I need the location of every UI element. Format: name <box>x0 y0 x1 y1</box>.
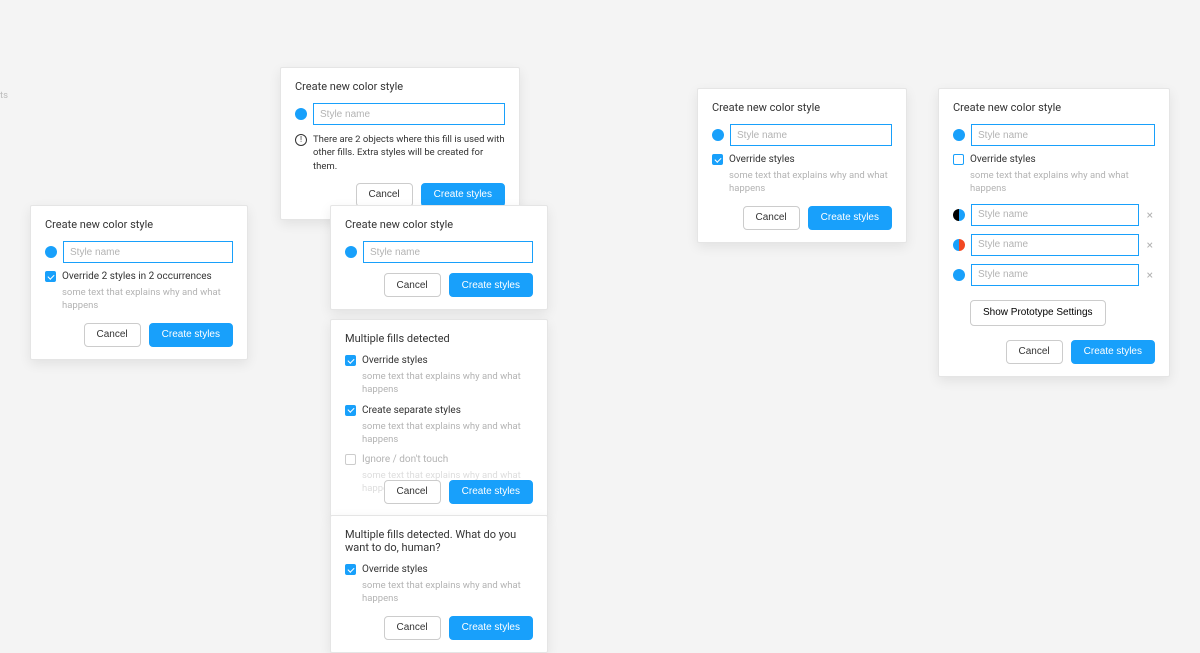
style-name-input[interactable] <box>363 241 533 263</box>
style-name-input[interactable] <box>971 124 1155 146</box>
dialog-title: Multiple fills detected <box>345 332 533 345</box>
checkbox-override-label: Override styles <box>362 355 428 366</box>
create-styles-button[interactable]: Create styles <box>149 323 233 347</box>
style-name-input[interactable] <box>730 124 892 146</box>
color-swatch <box>953 129 965 141</box>
color-swatch <box>45 246 57 258</box>
cancel-button[interactable]: Cancel <box>384 273 441 297</box>
dialog-multiple-fills-human: Multiple fills detected. What do you wan… <box>330 515 548 653</box>
info-icon: ! <box>295 134 307 146</box>
style-name-input[interactable] <box>971 204 1139 226</box>
checkbox-override-label: Override 2 styles in 2 occurrences <box>62 271 212 282</box>
help-text: some text that explains why and what hap… <box>729 169 892 196</box>
help-text: some text that explains why and what hap… <box>970 169 1155 196</box>
color-swatch <box>712 129 724 141</box>
dialog-title: Create new color style <box>295 80 505 93</box>
create-styles-button[interactable]: Create styles <box>449 273 533 297</box>
style-name-input[interactable] <box>313 103 505 125</box>
style-name-input[interactable] <box>63 241 233 263</box>
color-swatch-multi <box>953 209 965 221</box>
help-text: some text that explains why and what hap… <box>362 370 533 397</box>
create-styles-button[interactable]: Create styles <box>1071 340 1155 364</box>
cancel-button[interactable]: Cancel <box>1006 340 1063 364</box>
close-icon[interactable]: × <box>1145 239 1155 251</box>
info-text: There are 2 objects where this fill is u… <box>313 133 505 173</box>
dialog-create-multi-styles: Create new color style Override styles s… <box>938 88 1170 377</box>
color-swatch <box>953 269 965 281</box>
style-name-input[interactable] <box>971 234 1139 256</box>
color-swatch-multi <box>953 239 965 251</box>
close-icon[interactable]: × <box>1145 269 1155 281</box>
dialog-create-override: Create new color style Override styles s… <box>697 88 907 243</box>
help-text: some text that explains why and what hap… <box>62 286 233 313</box>
checkbox-separate[interactable] <box>345 405 356 416</box>
checkbox-override-label: Override styles <box>362 564 428 575</box>
color-swatch <box>295 108 307 120</box>
checkbox-override[interactable] <box>345 355 356 366</box>
edge-cut-text: ts <box>0 90 8 101</box>
style-name-input[interactable] <box>971 264 1139 286</box>
dialog-title: Create new color style <box>712 101 892 114</box>
checkbox-override[interactable] <box>345 564 356 575</box>
dialog-title: Multiple fills detected. What do you wan… <box>345 528 533 554</box>
dialog-create-override-occurrences: Create new color style Override 2 styles… <box>30 205 248 360</box>
dialog-create-simple: Create new color style Cancel Create sty… <box>330 205 548 310</box>
dialog-create-info: Create new color style ! There are 2 obj… <box>280 67 520 220</box>
color-swatch <box>345 246 357 258</box>
cancel-button[interactable]: Cancel <box>84 323 141 347</box>
checkbox-override[interactable] <box>712 154 723 165</box>
dialog-title: Create new color style <box>345 218 533 231</box>
dialog-title: Create new color style <box>953 101 1155 114</box>
show-prototype-settings-button[interactable]: Show Prototype Settings <box>970 300 1106 326</box>
checkbox-separate-label: Create separate styles <box>362 405 461 416</box>
help-text: some text that explains why and what hap… <box>362 420 533 447</box>
create-styles-button[interactable]: Create styles <box>808 206 892 230</box>
cancel-button[interactable]: Cancel <box>356 183 413 207</box>
create-styles-button[interactable]: Create styles <box>449 616 533 640</box>
checkbox-override-label: Override styles <box>970 154 1036 165</box>
close-icon[interactable]: × <box>1145 209 1155 221</box>
dialog-multiple-fills: Multiple fills detected Override styles … <box>330 319 548 517</box>
checkbox-ignore[interactable] <box>345 454 356 465</box>
checkbox-override[interactable] <box>953 154 964 165</box>
dialog-title: Create new color style <box>45 218 233 231</box>
cancel-button[interactable]: Cancel <box>384 616 441 640</box>
create-styles-button[interactable]: Create styles <box>449 480 533 504</box>
help-text: some text that explains why and what hap… <box>362 579 533 606</box>
cancel-button[interactable]: Cancel <box>743 206 800 230</box>
create-styles-button[interactable]: Create styles <box>421 183 505 207</box>
checkbox-ignore-label: Ignore / don't touch <box>362 454 448 465</box>
checkbox-override[interactable] <box>45 271 56 282</box>
cancel-button[interactable]: Cancel <box>384 480 441 504</box>
checkbox-override-label: Override styles <box>729 154 795 165</box>
